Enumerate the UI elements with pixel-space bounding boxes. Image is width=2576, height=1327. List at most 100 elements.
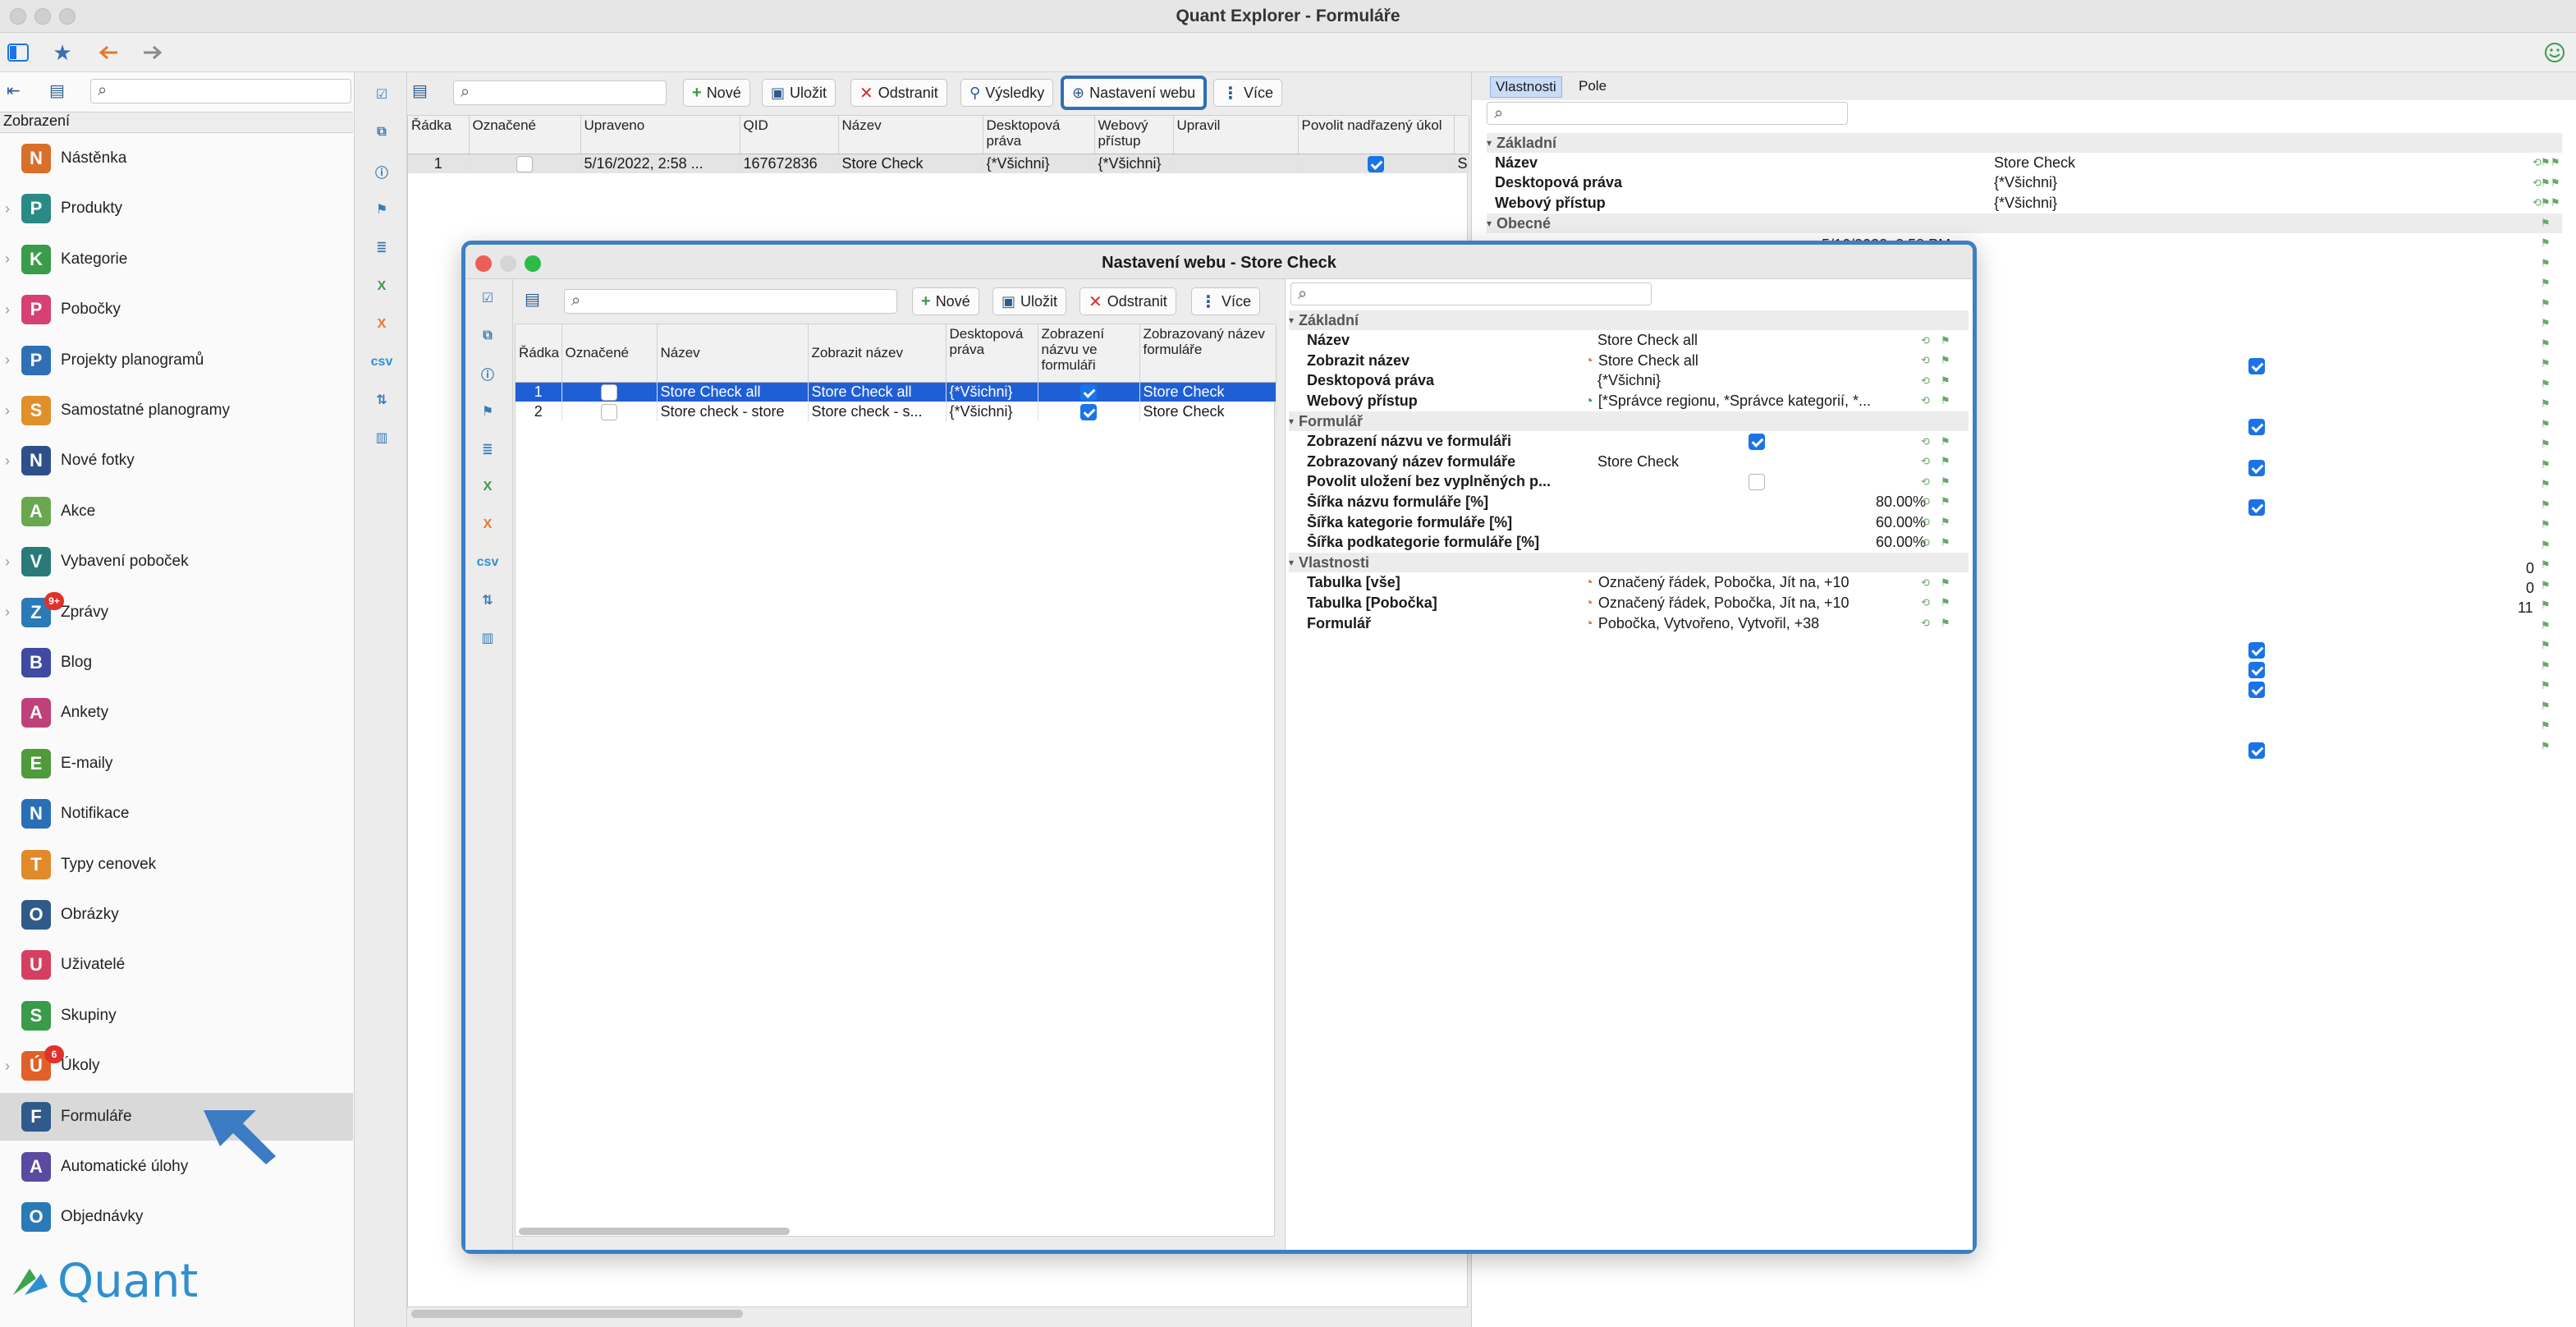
pin-icon[interactable]: ⚑ [2541, 354, 2551, 374]
reset-icon[interactable]: ⟲ [1921, 596, 1930, 609]
pin-icon[interactable]: ⚑ [2541, 173, 2551, 193]
reset-icon[interactable]: ⟲ [1921, 516, 1930, 529]
pin-icon[interactable]: ⚑ [2541, 233, 2551, 253]
main-search-input[interactable]: ⌕ [453, 80, 667, 105]
sidebar-item-13[interactable]: N Notifikace [0, 790, 353, 838]
list-icon[interactable]: ≣ [369, 235, 394, 259]
chevron-right-icon[interactable]: › [5, 301, 10, 319]
table-row[interactable]: 1 Store Check all Store Check all {*Všichni… [516, 382, 1277, 402]
pin-icon[interactable]: ⚑ [1941, 536, 1950, 549]
dialog-more-button[interactable]: ⋮ Více [1191, 287, 1261, 315]
properties-search-input[interactable]: ⌕ [1487, 102, 1848, 125]
import-xls-icon[interactable]: X [475, 512, 500, 537]
reset-icon[interactable]: ⟲ [1921, 374, 1930, 388]
dialog-properties-search[interactable]: ⌕ [1290, 282, 1652, 305]
table-row[interactable]: 2 Store check - store Store check - s... {*… [516, 402, 1277, 421]
collapse-all-icon[interactable]: ⇤ [7, 80, 36, 105]
pin-icon[interactable]: ⚑ [2541, 294, 2551, 314]
info-icon[interactable]: ⓘ [475, 361, 500, 386]
pin-icon[interactable]: ⚑ [475, 399, 500, 424]
property-row[interactable]: Šířka podkategorie formuláře [%] 60.00% ⟲ ⚑ [1289, 533, 1969, 553]
arrow-left-icon[interactable] [95, 39, 121, 66]
sidebar-item-7[interactable]: A Akce [0, 488, 353, 535]
column-header[interactable]: Webový přístup [1094, 116, 1174, 154]
column-header[interactable]: Řádka [408, 116, 470, 154]
property-row[interactable]: Zobrazení názvu ve formuláři ⟲ ⚑ [1289, 432, 1969, 452]
pin-icon[interactable]: ⚑ [369, 197, 394, 222]
property-row[interactable]: Šířka kategorie formuláře [%] 60.00% ⟲ ⚑ [1289, 512, 1969, 532]
web-settings-button[interactable]: ⊕ Nastavení webu [1061, 76, 1208, 110]
dialog-new-button[interactable]: + Nové [912, 287, 979, 315]
column-header[interactable]: Označené [561, 324, 658, 383]
sidebar-search-input[interactable]: ⌕ [90, 79, 351, 103]
pin-icon[interactable]: ⚑ [2541, 616, 2551, 636]
pin-icon[interactable]: ⚑ [2541, 334, 2551, 354]
pin-icon[interactable]: ⚑ [2541, 394, 2551, 414]
save-button[interactable]: ▣ Uložit [762, 79, 837, 107]
allow-parent-task-checkbox[interactable] [1298, 154, 1455, 173]
sidebar-item-15[interactable]: O Obrázky [0, 891, 353, 939]
column-header[interactable]: Desktopová práva [983, 116, 1095, 154]
column-header[interactable]: Označené [469, 116, 581, 154]
pin-icon[interactable]: ⚑ [2541, 455, 2551, 475]
property-checkbox[interactable] [2248, 417, 2265, 437]
column-header[interactable]: Desktopová práva [946, 324, 1038, 383]
column-header[interactable]: Zobrazení názvu ve formuláři [1038, 324, 1140, 383]
reset-icon[interactable]: ⟲ [1921, 435, 1930, 448]
results-button[interactable]: ⚲ Výsledky [960, 79, 1054, 107]
export-xls-icon[interactable]: X [475, 475, 500, 499]
pin-icon[interactable]: ⚑ [2541, 636, 2551, 655]
chart-icon[interactable]: ▥ [369, 425, 394, 450]
property-checkbox[interactable] [2248, 741, 2265, 760]
pin-icon[interactable]: ⚑ [2541, 153, 2551, 172]
show-name-in-form-checkbox[interactable] [1038, 402, 1140, 421]
pin-icon[interactable]: ⚑ [2541, 254, 2551, 273]
pin-icon[interactable]: ⚑ [2541, 737, 2551, 756]
list-icon[interactable]: ≣ [475, 437, 500, 461]
pin-icon[interactable]: ⚑ [1941, 334, 1950, 347]
property-row[interactable]: Zobrazit název ◔ Store Check all ⟲ ⚑ [1289, 351, 1969, 370]
favorites-star-icon[interactable]: ★ [49, 39, 76, 66]
sidebar-toggle-icon[interactable] [5, 39, 31, 66]
chevron-right-icon[interactable]: › [5, 351, 10, 369]
property-row[interactable]: Webový přístup ◔ [*Správce regionu, *Správ… [1289, 391, 1969, 411]
reset-icon[interactable]: ⟲ [1921, 455, 1930, 468]
dialog-horizontal-scrollbar[interactable] [519, 1228, 790, 1235]
sidebar-item-0[interactable]: N Nástěnka [0, 135, 353, 182]
pin-icon[interactable]: ⚑ [2541, 374, 2551, 394]
property-row[interactable]: Formulář ◔ Pobočka, Vytvořeno, Vytvořil, +… [1289, 613, 1969, 633]
reset-icon[interactable]: ⟲ [1921, 475, 1930, 489]
sidebar-item-2[interactable]: › K Kategorie [0, 236, 353, 283]
more-button[interactable]: ⋮ Více [1213, 79, 1283, 107]
column-header[interactable]: Řádka [516, 324, 562, 383]
sidebar-item-8[interactable]: › V Vybavení poboček [0, 538, 353, 585]
property-row[interactable]: Webový přístup {*Všichni} ⟲ ⚑ [1487, 193, 2562, 213]
pin-icon[interactable]: ⚑ [2541, 676, 2551, 696]
property-checkbox[interactable] [2248, 356, 2265, 376]
chart-icon[interactable]: ▥ [475, 626, 500, 650]
chevron-right-icon[interactable]: › [5, 402, 10, 420]
property-checkbox[interactable] [2248, 660, 2265, 680]
property-checkbox[interactable] [2248, 458, 2265, 478]
pin-icon[interactable]: ⚑ [1941, 576, 1950, 590]
copy-icon[interactable]: ⧉ [475, 324, 500, 348]
column-header[interactable]: Upravil [1173, 116, 1299, 154]
marked-checkbox[interactable] [561, 382, 658, 402]
chevron-right-icon[interactable]: › [5, 452, 10, 470]
pin-icon[interactable]: ⚑ [2541, 535, 2551, 555]
dialog-save-button[interactable]: ▣ Uložit [992, 287, 1067, 315]
marked-checkbox[interactable] [469, 154, 581, 173]
export-xls-icon[interactable]: X [369, 274, 394, 299]
view-settings-icon[interactable]: ▤ [49, 80, 79, 105]
property-row[interactable]: Název Store Check all ⟲ ⚑ [1289, 331, 1969, 351]
property-row[interactable]: Desktopová práva {*Všichni} ⟲ ⚑ [1289, 371, 1969, 391]
property-row[interactable]: Tabulka [vše] ◔ Označený řádek, Pobočka, J… [1289, 573, 1969, 593]
reset-icon[interactable]: ⟲ [1921, 354, 1930, 367]
pin-icon[interactable]: ⚑ [2551, 177, 2560, 190]
pin-icon[interactable]: ⚑ [1941, 596, 1950, 609]
pin-icon[interactable]: ⚑ [2541, 314, 2551, 333]
sidebar-item-16[interactable]: U Uživatelé [0, 941, 353, 989]
reset-icon[interactable]: ⟲ [1921, 495, 1930, 508]
show-name-in-form-checkbox[interactable] [1038, 382, 1140, 402]
property-row[interactable]: Název Store Check ⟲ ⚑ [1487, 153, 2562, 172]
